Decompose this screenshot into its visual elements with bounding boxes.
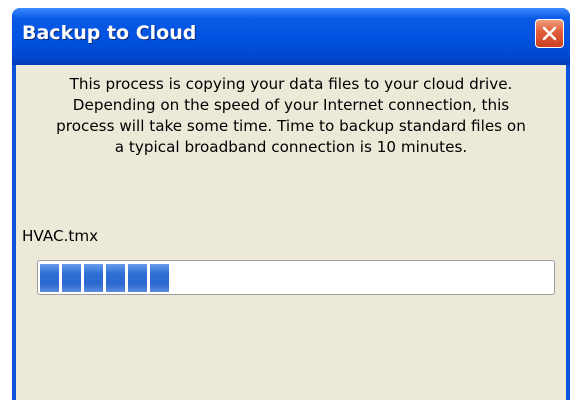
info-message: This process is copying your data files … (16, 74, 566, 158)
progress-segment (106, 264, 125, 292)
message-line: Depending on the speed of your Internet … (72, 96, 510, 114)
progress-segment (128, 264, 147, 292)
window-title: Backup to Cloud (22, 22, 197, 44)
progress-bar (37, 260, 555, 295)
progress-segment (84, 264, 103, 292)
close-button[interactable] (535, 19, 564, 48)
close-icon (542, 26, 557, 41)
dialog-body: This process is copying your data files … (16, 65, 566, 400)
progress-segment (40, 264, 59, 292)
title-bar[interactable]: Backup to Cloud (12, 8, 570, 65)
current-file-label: HVAC.tmx (22, 227, 99, 245)
message-line: This process is copying your data files … (69, 75, 513, 93)
progress-segment (150, 264, 169, 292)
progress-segment (62, 264, 81, 292)
message-line: a typical broadband connection is 10 min… (114, 138, 468, 156)
progress-fill (40, 264, 188, 292)
dialog-window: Backup to Cloud This process is copying … (12, 8, 570, 400)
message-line: process will take some time. Time to bac… (56, 117, 526, 135)
